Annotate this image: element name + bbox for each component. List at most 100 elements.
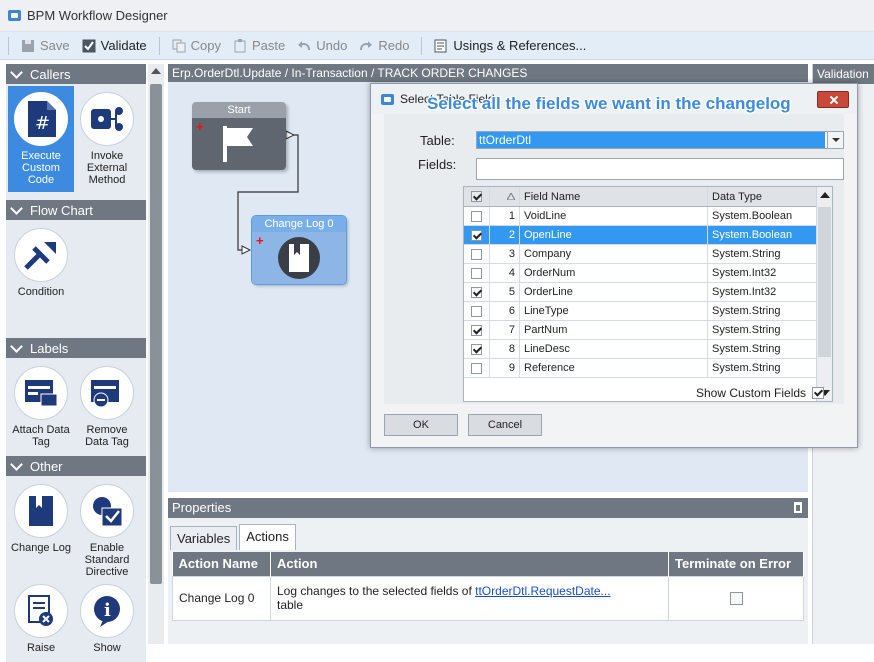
save-button[interactable]: Save	[15, 35, 76, 57]
chevron-down-icon	[10, 459, 24, 473]
field-name-cell: Reference	[520, 359, 708, 377]
data-type-cell: System.Int32	[712, 286, 777, 298]
column-header-field-name[interactable]: Field Name	[520, 187, 708, 206]
copy-button[interactable]: Copy	[166, 35, 227, 57]
row-checkbox-cell	[464, 264, 490, 282]
show-custom-fields-checkbox[interactable]	[812, 387, 825, 399]
table-row[interactable]: 1 VoidLine System.Boolean	[464, 207, 832, 226]
table-row[interactable]: 2 OpenLine System.Boolean	[464, 226, 832, 245]
tab-actions[interactable]: Actions	[239, 524, 296, 550]
row-checkbox[interactable]	[471, 286, 482, 298]
column-header-action-name[interactable]: Action Name	[172, 552, 271, 576]
palette-scrollbar[interactable]	[148, 64, 164, 644]
row-checkbox[interactable]	[471, 305, 482, 317]
table-row[interactable]: 4 OrderNum System.Int32	[464, 264, 832, 283]
row-checkbox[interactable]	[471, 210, 482, 222]
scroll-up-arrow-icon[interactable]	[820, 192, 830, 198]
table-row[interactable]: Change Log 0 Log changes to the selected…	[172, 575, 804, 621]
tool-invoke-external-method[interactable]: Invoke External Method	[74, 86, 140, 192]
tool-show[interactable]: i Show	[74, 578, 140, 654]
category-callers-header[interactable]: Callers	[6, 64, 146, 84]
scrollbar-thumb[interactable]	[818, 207, 831, 357]
grid-rows: 1 VoidLine System.Boolean 2 OpenLine System.B…	[464, 207, 832, 378]
table-row[interactable]: 3 Company System.String	[464, 245, 832, 264]
terminate-on-error-checkbox[interactable]	[729, 592, 743, 606]
pin-icon[interactable]	[794, 502, 802, 513]
row-checkbox[interactable]	[471, 343, 482, 355]
input-arrow-icon	[241, 245, 252, 255]
validate-button[interactable]: Validate	[76, 35, 153, 57]
data-type-cell: System.String	[712, 343, 781, 355]
remove-data-tag-icon	[80, 366, 134, 420]
save-icon	[21, 39, 35, 53]
actions-table: Action Name Action Terminate on Error Ch…	[172, 552, 804, 621]
category-labels-header[interactable]: Labels	[6, 338, 146, 358]
tutorial-callout: Select all the fields we want in the cha…	[427, 94, 791, 113]
row-number: 9	[490, 359, 520, 377]
category-flow-chart-header[interactable]: Flow Chart	[6, 200, 146, 220]
row-checkbox[interactable]	[471, 248, 482, 260]
paste-button[interactable]: Paste	[227, 35, 291, 57]
column-header-action[interactable]: Action	[270, 552, 669, 576]
table-row[interactable]: 9 Reference System.String	[464, 359, 832, 378]
tool-remove-data-tag[interactable]: Remove Data Tag	[74, 360, 140, 448]
fields-input[interactable]	[476, 158, 844, 180]
tab-variables[interactable]: Variables	[170, 526, 238, 550]
change-log-node[interactable]: Change Log 0 +	[251, 215, 347, 285]
row-checkbox-cell	[464, 321, 490, 339]
row-checkbox-cell	[464, 207, 490, 225]
expand-plus-icon[interactable]: +	[196, 120, 204, 133]
row-number: 2	[490, 226, 520, 244]
row-checkbox[interactable]	[471, 229, 482, 241]
field-name-cell: OrderLine	[520, 283, 708, 301]
tool-enable-standard-directive[interactable]: Enable Standard Directive	[74, 478, 140, 578]
row-number: 4	[490, 264, 520, 282]
usings-icon	[434, 39, 448, 53]
validate-check-icon	[82, 39, 96, 53]
fields-label: Fields:	[418, 157, 457, 172]
category-other-header[interactable]: Other	[6, 456, 146, 476]
data-type-cell: System.String	[712, 324, 781, 336]
toolbar-separator	[158, 36, 160, 55]
properties-header: Properties	[168, 498, 808, 518]
table-row[interactable]: 5 OrderLine System.Int32	[464, 283, 832, 302]
table-row[interactable]: 7 PartNum System.String	[464, 321, 832, 340]
attach-data-tag-icon	[14, 366, 68, 420]
table-row[interactable]: 8 LineDesc System.String	[464, 340, 832, 359]
undo-button[interactable]: Undo	[291, 35, 353, 57]
tool-attach-data-tag[interactable]: Attach Data Tag	[8, 360, 74, 448]
paste-label: Paste	[252, 38, 286, 53]
row-number-header[interactable]	[490, 187, 520, 206]
redo-button[interactable]: Redo	[353, 35, 415, 57]
tool-label: Attach Data Tag	[12, 424, 70, 448]
fields-link[interactable]: ttOrderDtl.RequestDate...	[475, 584, 610, 598]
table-row[interactable]: 6 LineType System.String	[464, 302, 832, 321]
tool-change-log[interactable]: Change Log	[8, 478, 74, 578]
tool-execute-custom-code[interactable]: # Execute Custom Code	[8, 86, 74, 192]
row-checkbox[interactable]	[471, 362, 482, 374]
properties-tabs: Variables Actions	[170, 524, 298, 550]
field-name-cell: LineType	[520, 302, 708, 320]
node-title: Start	[192, 102, 286, 118]
action-cell: Log changes to the selected fields of tt…	[270, 575, 669, 621]
start-node[interactable]: Start +	[192, 102, 286, 170]
row-number: 6	[490, 302, 520, 320]
scroll-up-arrow-icon[interactable]	[151, 68, 161, 74]
select-all-checkbox[interactable]	[471, 191, 482, 202]
row-checkbox[interactable]	[471, 324, 482, 336]
grid-scrollbar[interactable]	[816, 187, 832, 401]
row-checkbox[interactable]	[471, 267, 482, 279]
cancel-button[interactable]: Cancel	[468, 414, 542, 436]
column-header-data-type[interactable]: Data Type	[708, 187, 816, 206]
chevron-down-icon[interactable]	[827, 132, 843, 148]
column-header-terminate[interactable]: Terminate on Error	[668, 552, 804, 576]
usings-references-button[interactable]: Usings & References...	[428, 35, 592, 57]
table-select[interactable]: ttOrderDtl	[476, 131, 844, 149]
tool-raise[interactable]: Raise	[8, 578, 74, 654]
scrollbar-thumb[interactable]	[150, 84, 162, 584]
expand-plus-icon[interactable]: +	[256, 234, 264, 247]
paste-icon	[233, 38, 247, 53]
ok-button[interactable]: OK	[384, 414, 458, 436]
close-button[interactable]	[817, 91, 849, 108]
tool-condition[interactable]: Condition	[8, 222, 74, 298]
